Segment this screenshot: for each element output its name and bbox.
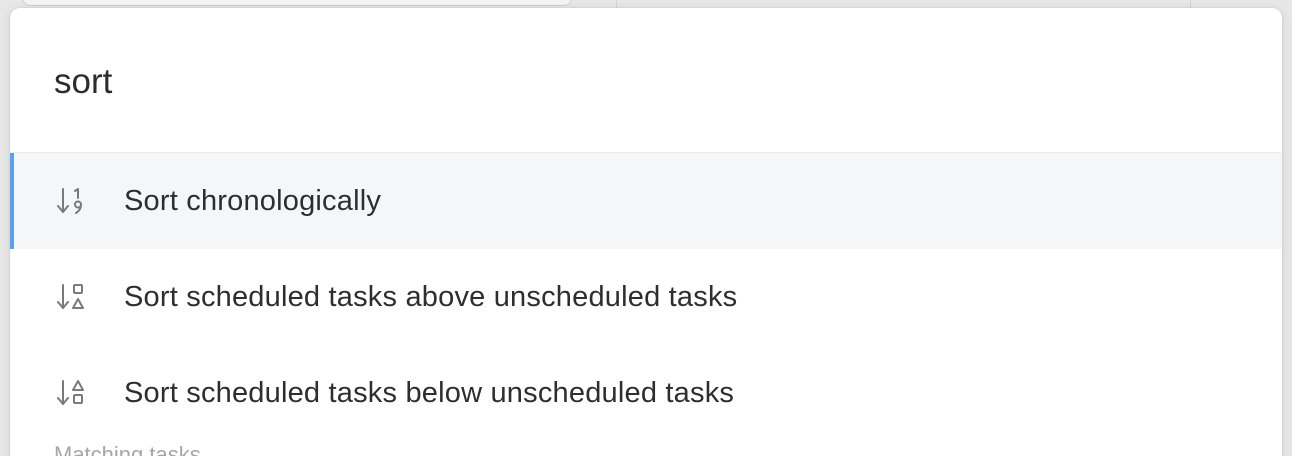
- command-palette: Sort chronologically Sort scheduled task…: [10, 8, 1282, 456]
- sort-shapes-square-first-icon: [56, 282, 90, 312]
- background-search-field: [22, 0, 572, 6]
- command-result-sort-scheduled-below[interactable]: Sort scheduled tasks below unscheduled t…: [10, 345, 1282, 441]
- command-result-label: Sort chronologically: [124, 184, 382, 217]
- sort-numeric-icon: [56, 186, 90, 216]
- section-header-matching-tasks: Matching tasks: [54, 442, 201, 456]
- command-result-label: Sort scheduled tasks above unscheduled t…: [124, 280, 738, 313]
- command-search-input[interactable]: [54, 58, 1234, 106]
- command-result-label: Sort scheduled tasks below unscheduled t…: [124, 376, 735, 409]
- sort-shapes-triangle-first-icon: [56, 378, 90, 408]
- command-search-row: [10, 8, 1282, 153]
- command-result-sort-chronologically[interactable]: Sort chronologically: [10, 153, 1282, 249]
- command-results-list: Sort chronologically Sort scheduled task…: [10, 153, 1282, 441]
- command-result-sort-scheduled-above[interactable]: Sort scheduled tasks above unscheduled t…: [10, 249, 1282, 345]
